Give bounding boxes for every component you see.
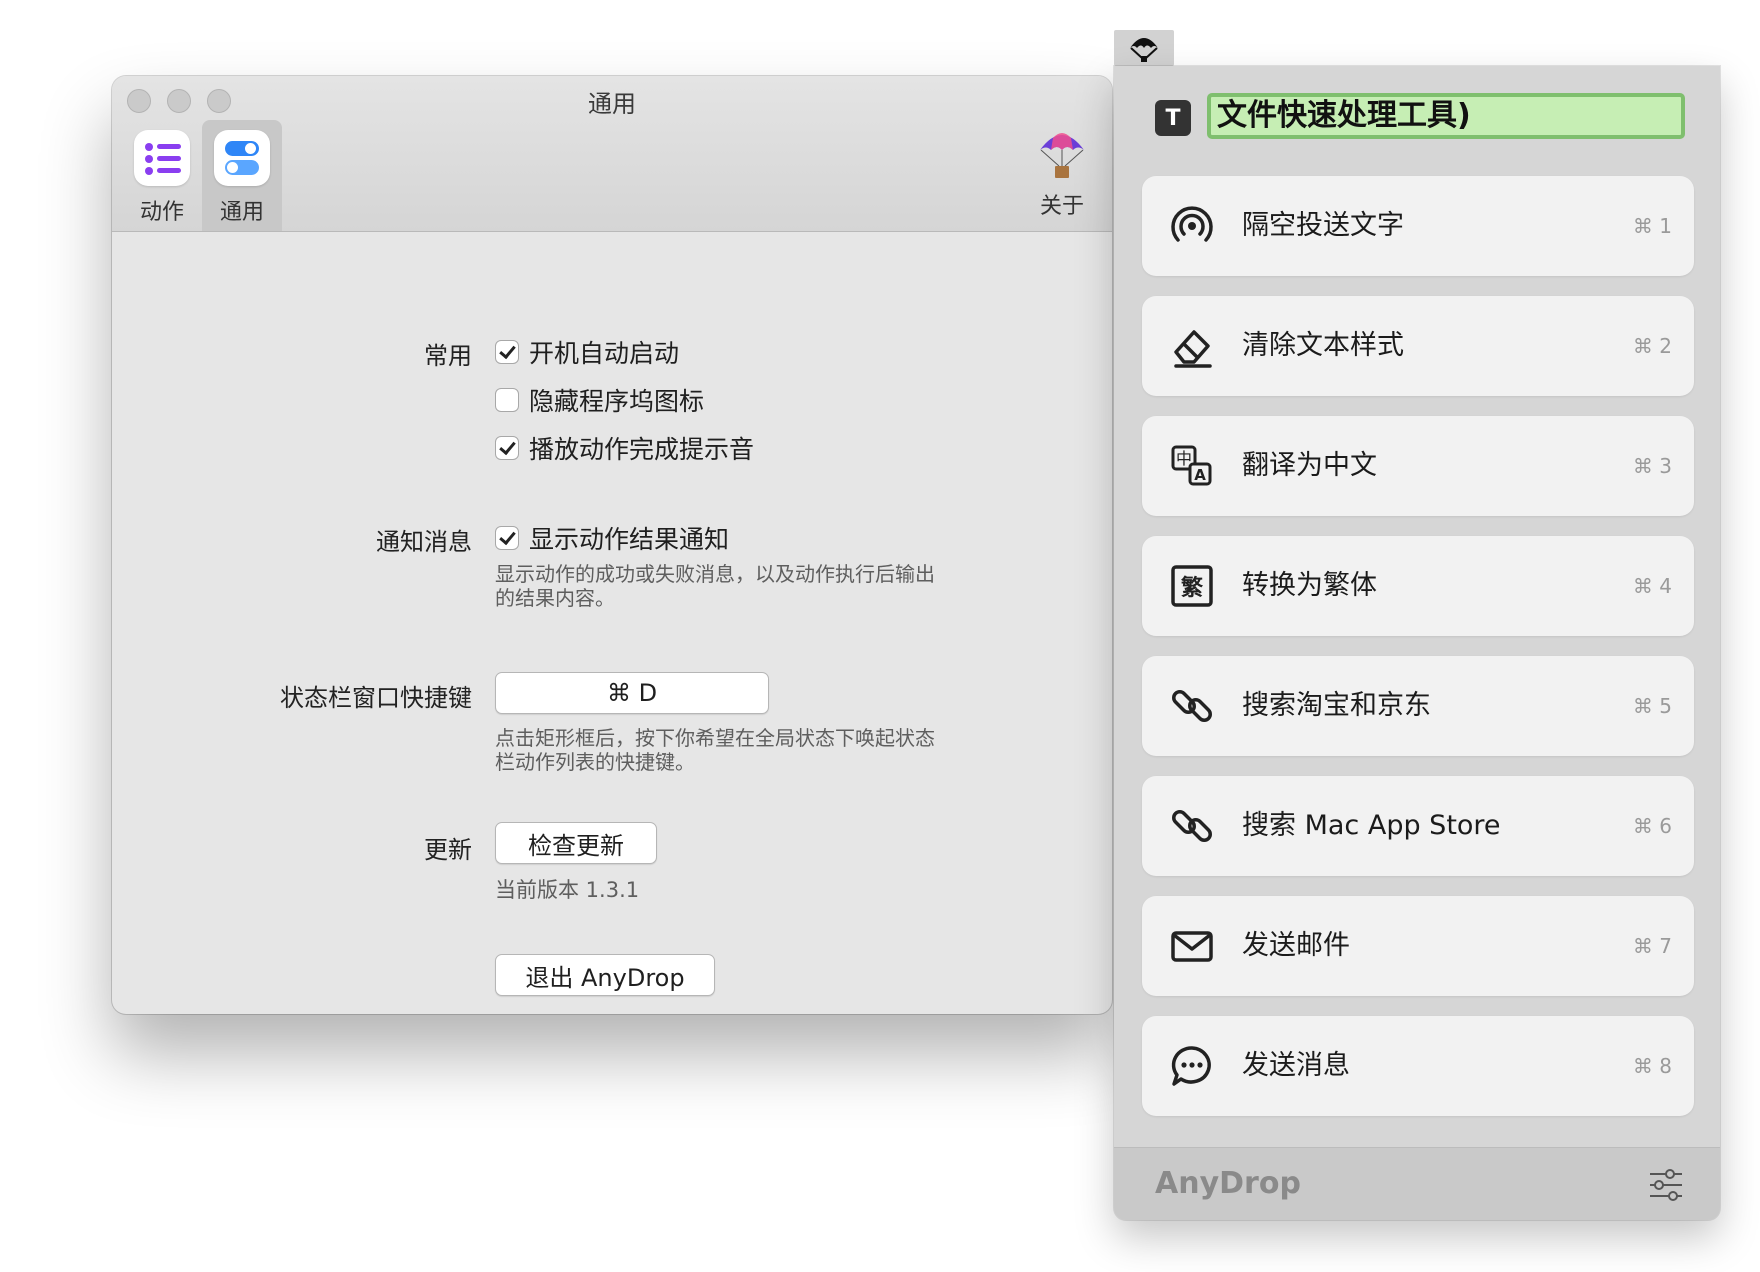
action-convert-traditional[interactable]: 繁 转换为繁体 ⌘ 4 <box>1142 536 1694 636</box>
translate-icon: 中 A <box>1171 445 1212 486</box>
action-search-taobao-jd[interactable]: 搜索淘宝和京东 ⌘ 5 <box>1142 656 1694 756</box>
action-shortcut: ⌘ 4 <box>1632 574 1672 598</box>
hide-dock-icon-checkbox[interactable] <box>495 388 519 412</box>
action-label: 搜索淘宝和京东 <box>1242 690 1431 721</box>
anydrop-menu-panel: T 文件快速处理工具) 隔空投送文字 ⌘ 1 清除文本样式 ⌘ 2 中 A 翻译… <box>1114 66 1720 1220</box>
shortcut-help-text: 点击矩形框后，按下你希望在全局状态下唤起状态栏动作列表的快捷键。 <box>495 726 935 774</box>
window-title: 通用 <box>588 90 636 118</box>
tab-actions-label: 动作 <box>139 200 184 225</box>
action-label: 清除文本样式 <box>1242 330 1404 361</box>
tab-general[interactable]: 通用 <box>202 120 282 231</box>
action-translate-chinese[interactable]: 中 A 翻译为中文 ⌘ 3 <box>1142 416 1694 516</box>
list-icon <box>134 130 190 186</box>
launch-at-login-checkbox[interactable] <box>495 340 519 364</box>
common-section-label: 常用 <box>424 342 472 370</box>
completion-sound-checkbox[interactable] <box>495 436 519 460</box>
traditional-chinese-icon: 繁 <box>1171 565 1213 607</box>
airdrop-icon <box>1171 206 1213 242</box>
action-label: 搜索 Mac App Store <box>1242 810 1501 841</box>
action-shortcut: ⌘ 8 <box>1632 1054 1672 1078</box>
action-shortcut: ⌘ 2 <box>1632 334 1672 358</box>
launch-at-login-option[interactable]: 开机自动启动 <box>495 334 679 370</box>
show-notifications-option[interactable]: 显示动作结果通知 <box>495 520 729 556</box>
brand-label: AnyDrop <box>1155 1166 1301 1201</box>
show-notifications-checkbox[interactable] <box>495 526 519 550</box>
general-settings: 常用 开机自动启动 隐藏程序坞图标 播放动作完成提示音 通知消息 显示动作结果通… <box>112 232 1112 1012</box>
completion-sound-option[interactable]: 播放动作完成提示音 <box>495 430 754 466</box>
envelope-icon <box>1171 931 1213 962</box>
action-airdrop-text[interactable]: 隔空投送文字 ⌘ 1 <box>1142 176 1694 276</box>
notifications-help-text: 显示动作的成功或失败消息，以及动作执行后输出的结果内容。 <box>495 562 935 610</box>
launch-at-login-label: 开机自动启动 <box>529 339 680 368</box>
eraser-icon <box>1174 330 1212 368</box>
shortcut-recorder[interactable]: ⌘ D <box>495 672 769 714</box>
link-icon <box>1172 810 1212 842</box>
svg-text:A: A <box>1194 466 1206 484</box>
tab-general-label: 通用 <box>219 200 264 225</box>
parachute-icon <box>1130 38 1158 62</box>
text-type-badge: T <box>1155 100 1191 136</box>
status-bar-item[interactable] <box>1114 30 1174 66</box>
link-icon <box>1172 690 1212 722</box>
action-shortcut: ⌘ 3 <box>1632 454 1672 478</box>
tab-about-label: 关于 <box>1039 194 1084 219</box>
panel-header: T 文件快速处理工具) <box>1114 66 1720 176</box>
hide-dock-icon-option[interactable]: 隐藏程序坞图标 <box>495 382 704 418</box>
check-update-button[interactable]: 检查更新 <box>495 822 657 864</box>
action-label: 隔空投送文字 <box>1242 210 1404 241</box>
completion-sound-label: 播放动作完成提示音 <box>529 435 755 464</box>
show-notifications-label: 显示动作结果通知 <box>529 525 730 554</box>
notifications-section-label: 通知消息 <box>376 528 472 556</box>
update-section-label: 更新 <box>424 836 472 864</box>
action-label: 发送邮件 <box>1242 930 1350 961</box>
hide-dock-icon-label: 隐藏程序坞图标 <box>529 387 705 416</box>
action-send-email[interactable]: 发送邮件 ⌘ 7 <box>1142 896 1694 996</box>
action-list: 隔空投送文字 ⌘ 1 清除文本样式 ⌘ 2 中 A 翻译为中文 ⌘ 3 繁 转换… <box>1142 176 1694 1136</box>
toggles-icon <box>214 130 270 186</box>
tab-actions[interactable]: 动作 <box>122 120 202 231</box>
version-text: 当前版本 1.3.1 <box>495 878 640 902</box>
action-label: 翻译为中文 <box>1242 450 1377 481</box>
action-shortcut: ⌘ 1 <box>1632 214 1672 238</box>
tab-about[interactable]: 关于 <box>1032 126 1092 220</box>
parachute-icon <box>1040 133 1084 178</box>
action-label: 转换为繁体 <box>1242 570 1377 601</box>
action-shortcut: ⌘ 6 <box>1632 814 1672 838</box>
sliders-icon[interactable] <box>1648 1168 1684 1202</box>
action-search-mac-app-store[interactable]: 搜索 Mac App Store ⌘ 6 <box>1142 776 1694 876</box>
svg-text:繁: 繁 <box>1181 575 1204 601</box>
preferences-window: 通用 动作 通用 关于 常用 开机自动启动 隐藏程序坞图标 播放动作完成提示音 … <box>112 76 1112 1014</box>
action-send-message[interactable]: 发送消息 ⌘ 8 <box>1142 1016 1694 1116</box>
action-shortcut: ⌘ 7 <box>1632 934 1672 958</box>
title-bar: 通用 动作 通用 关于 <box>112 76 1112 232</box>
quit-button[interactable]: 退出 AnyDrop <box>495 954 715 996</box>
panel-footer: AnyDrop <box>1114 1147 1720 1220</box>
action-clear-text-style[interactable]: 清除文本样式 ⌘ 2 <box>1142 296 1694 396</box>
shortcut-section-label: 状态栏窗口快捷键 <box>280 684 472 712</box>
clipboard-text-field[interactable]: 文件快速处理工具) <box>1207 93 1685 139</box>
action-shortcut: ⌘ 5 <box>1632 694 1672 718</box>
message-icon <box>1171 1046 1211 1086</box>
action-label: 发送消息 <box>1242 1050 1350 1081</box>
